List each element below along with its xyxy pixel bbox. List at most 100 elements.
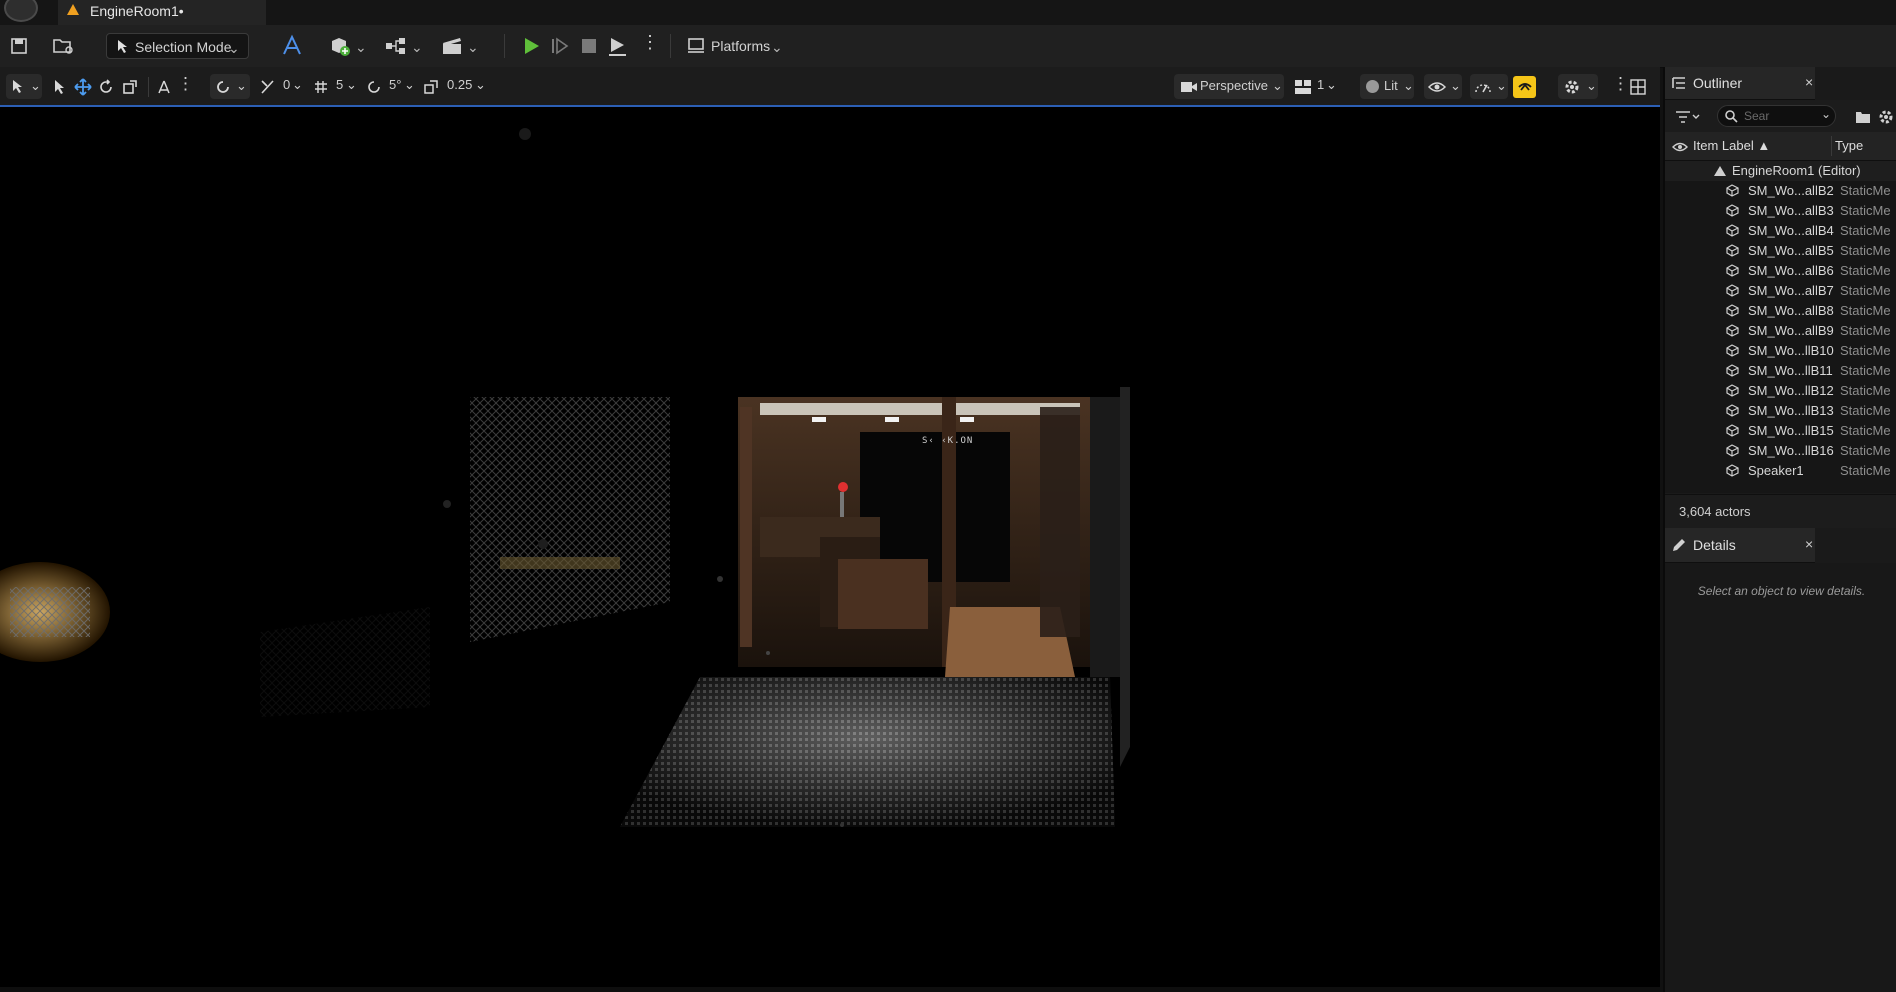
coordinate-space-icon[interactable] <box>156 79 172 95</box>
tree-row-label: SM_Wo...allB9 <box>1748 323 1834 338</box>
tree-row-type: StaticMe <box>1840 463 1891 478</box>
step-icon <box>552 37 569 55</box>
scale-snap-value[interactable]: 0.25 <box>447 77 472 92</box>
new-folder-icon[interactable] <box>1855 109 1871 125</box>
cinematics-button[interactable]: ⌄ <box>440 33 480 59</box>
show-flags-dropdown[interactable]: ⌄ <box>1424 74 1462 99</box>
main-toolbar: Selection Mode ⌄ ⌄ ⌄ ⌄ ⋮ Platforms ⌄ <box>0 25 1896 68</box>
rotation-snap-icon[interactable] <box>259 78 277 96</box>
level-tab[interactable]: EngineRoom1• <box>58 0 266 25</box>
rotate-gizmo-icon[interactable] <box>98 79 114 95</box>
outliner-tab[interactable]: Outliner × <box>1665 67 1815 100</box>
chevron-down-icon: ⌄ <box>1821 107 1832 121</box>
tree-row-label: SM_Wo...allB6 <box>1748 263 1834 278</box>
tree-row[interactable]: SM_Wo...allB9 StaticMe <box>1665 321 1896 341</box>
outliner-search-input[interactable]: Sear ⌄ <box>1717 105 1836 127</box>
tree-row-type: StaticMe <box>1840 263 1891 278</box>
angle-snap-value[interactable]: 5° <box>389 77 401 92</box>
tree-row-type: StaticMe <box>1840 343 1891 358</box>
scale-snap-icon[interactable] <box>423 79 439 95</box>
platforms-dropdown[interactable]: Platforms ⌄ <box>686 33 786 59</box>
static-mesh-icon <box>1726 244 1739 257</box>
static-mesh-icon <box>1726 204 1739 217</box>
filter-icon[interactable] <box>1675 109 1701 125</box>
tree-row[interactable]: SM_Wo...llB11 StaticMe <box>1665 361 1896 381</box>
camera-icon <box>1181 82 1197 92</box>
transform-mode-dropdown[interactable]: ⌄ <box>6 74 42 99</box>
performance-dropdown[interactable]: ⌄ <box>1470 74 1508 99</box>
tree-row[interactable]: SM_Wo...llB12 StaticMe <box>1665 381 1896 401</box>
visibility-eye-icon[interactable] <box>1672 141 1688 153</box>
perspective-dropdown[interactable]: Perspective ⌄ <box>1174 74 1284 99</box>
content-browser-button[interactable] <box>50 33 76 59</box>
eject-button[interactable] <box>606 33 630 59</box>
unreal-logo-icon[interactable] <box>4 0 38 22</box>
static-mesh-icon <box>1726 284 1739 297</box>
surface-snapping-dropdown[interactable]: ⌄ <box>210 74 250 99</box>
chevron-down-icon: ⌄ <box>771 39 783 55</box>
grid-snap-icon[interactable] <box>313 79 329 95</box>
tree-row[interactable]: SM_Wo...allB5 StaticMe <box>1665 241 1896 261</box>
realtime-toggle[interactable] <box>1513 76 1536 98</box>
chevron-down-icon: ⌄ <box>1586 78 1597 93</box>
cursor-select-icon <box>118 40 127 53</box>
lit-dropdown[interactable]: Lit ⌄ <box>1360 74 1414 99</box>
kebab-menu-icon[interactable]: ⋮ <box>1612 74 1629 94</box>
tree-row-label: SM_Wo...allB8 <box>1748 303 1834 318</box>
play-button[interactable] <box>520 33 544 59</box>
column-type[interactable]: Type <box>1835 138 1863 153</box>
tree-row[interactable]: SM_Wo...allB6 StaticMe <box>1665 261 1896 281</box>
save-icon <box>11 38 27 54</box>
modeling-tools-button[interactable] <box>280 33 306 59</box>
realtime-icon <box>1518 83 1532 91</box>
viewport-layout-icon[interactable] <box>1630 79 1646 95</box>
gear-icon <box>1565 80 1579 94</box>
column-divider[interactable] <box>1831 136 1832 156</box>
scale-gizmo-icon[interactable] <box>122 79 138 95</box>
tree-row[interactable]: SM_Wo...llB13 StaticMe <box>1665 401 1896 421</box>
close-icon[interactable]: × <box>1805 536 1813 552</box>
static-mesh-icon <box>1726 444 1739 457</box>
tree-row[interactable]: Speaker1 StaticMe <box>1665 461 1896 481</box>
advance-frame-button[interactable] <box>549 33 573 59</box>
outliner-filter-row: Sear ⌄ <box>1665 100 1896 132</box>
details-panel: Details × Select an object to view detai… <box>1665 528 1896 992</box>
tree-row[interactable]: SM_Wo...allB3 StaticMe <box>1665 201 1896 221</box>
play-icon <box>525 38 539 54</box>
rotation-snap-value[interactable]: 0 <box>283 77 290 92</box>
play-options-button[interactable]: ⋮ <box>638 33 659 59</box>
grid-snap-value[interactable]: 5 <box>336 77 343 92</box>
move-gizmo-icon[interactable] <box>74 78 92 96</box>
tree-row[interactable]: SM_Wo...allB8 StaticMe <box>1665 301 1896 321</box>
static-mesh-icon <box>1726 324 1739 337</box>
camera-speed-value[interactable]: 1 <box>1317 77 1324 92</box>
details-tab[interactable]: Details × <box>1665 528 1815 563</box>
tree-row[interactable]: SM_Wo...allB2 StaticMe <box>1665 181 1896 201</box>
tree-row-label: Speaker1 <box>1748 463 1804 478</box>
angle-snap-icon[interactable] <box>366 79 382 95</box>
select-arrow-icon[interactable] <box>52 79 68 95</box>
blueprints-button[interactable]: ⌄ <box>384 33 424 59</box>
chevron-down-icon: ⌄ <box>475 77 486 92</box>
tree-row[interactable]: SM_Wo...allB7 StaticMe <box>1665 281 1896 301</box>
tree-row[interactable]: SM_Wo...llB15 StaticMe <box>1665 421 1896 441</box>
tree-row-label: SM_Wo...llB11 <box>1748 363 1833 378</box>
tree-row[interactable]: SM_Wo...allB4 StaticMe <box>1665 221 1896 241</box>
level-viewport[interactable]: S‹ ‹K.ON <box>0 107 1660 987</box>
bottom-strip <box>0 987 1660 992</box>
add-actor-button[interactable]: ⌄ <box>328 33 368 59</box>
column-item-label[interactable]: Item Label ▲ <box>1693 138 1770 153</box>
viewport-settings-dropdown[interactable]: ⌄ <box>1558 74 1598 99</box>
stop-button[interactable] <box>578 33 602 59</box>
tree-row[interactable]: SM_Wo...llB10 StaticMe <box>1665 341 1896 361</box>
tree-row-root[interactable]: EngineRoom1 (Editor) <box>1665 161 1896 181</box>
close-icon[interactable]: × <box>1805 74 1813 90</box>
settings-gear-icon[interactable] <box>1878 109 1894 125</box>
tree-row[interactable]: SM_Wo...llB16 StaticMe <box>1665 441 1896 461</box>
tree-row-label: SM_Wo...llB13 <box>1748 403 1834 418</box>
kebab-menu-icon[interactable]: ⋮ <box>177 74 194 94</box>
layout-icon[interactable] <box>1294 79 1312 95</box>
selection-mode-dropdown[interactable]: Selection Mode ⌄ <box>106 33 249 59</box>
kebab-menu-icon: ⋮ <box>641 32 659 52</box>
save-button[interactable] <box>8 33 30 59</box>
